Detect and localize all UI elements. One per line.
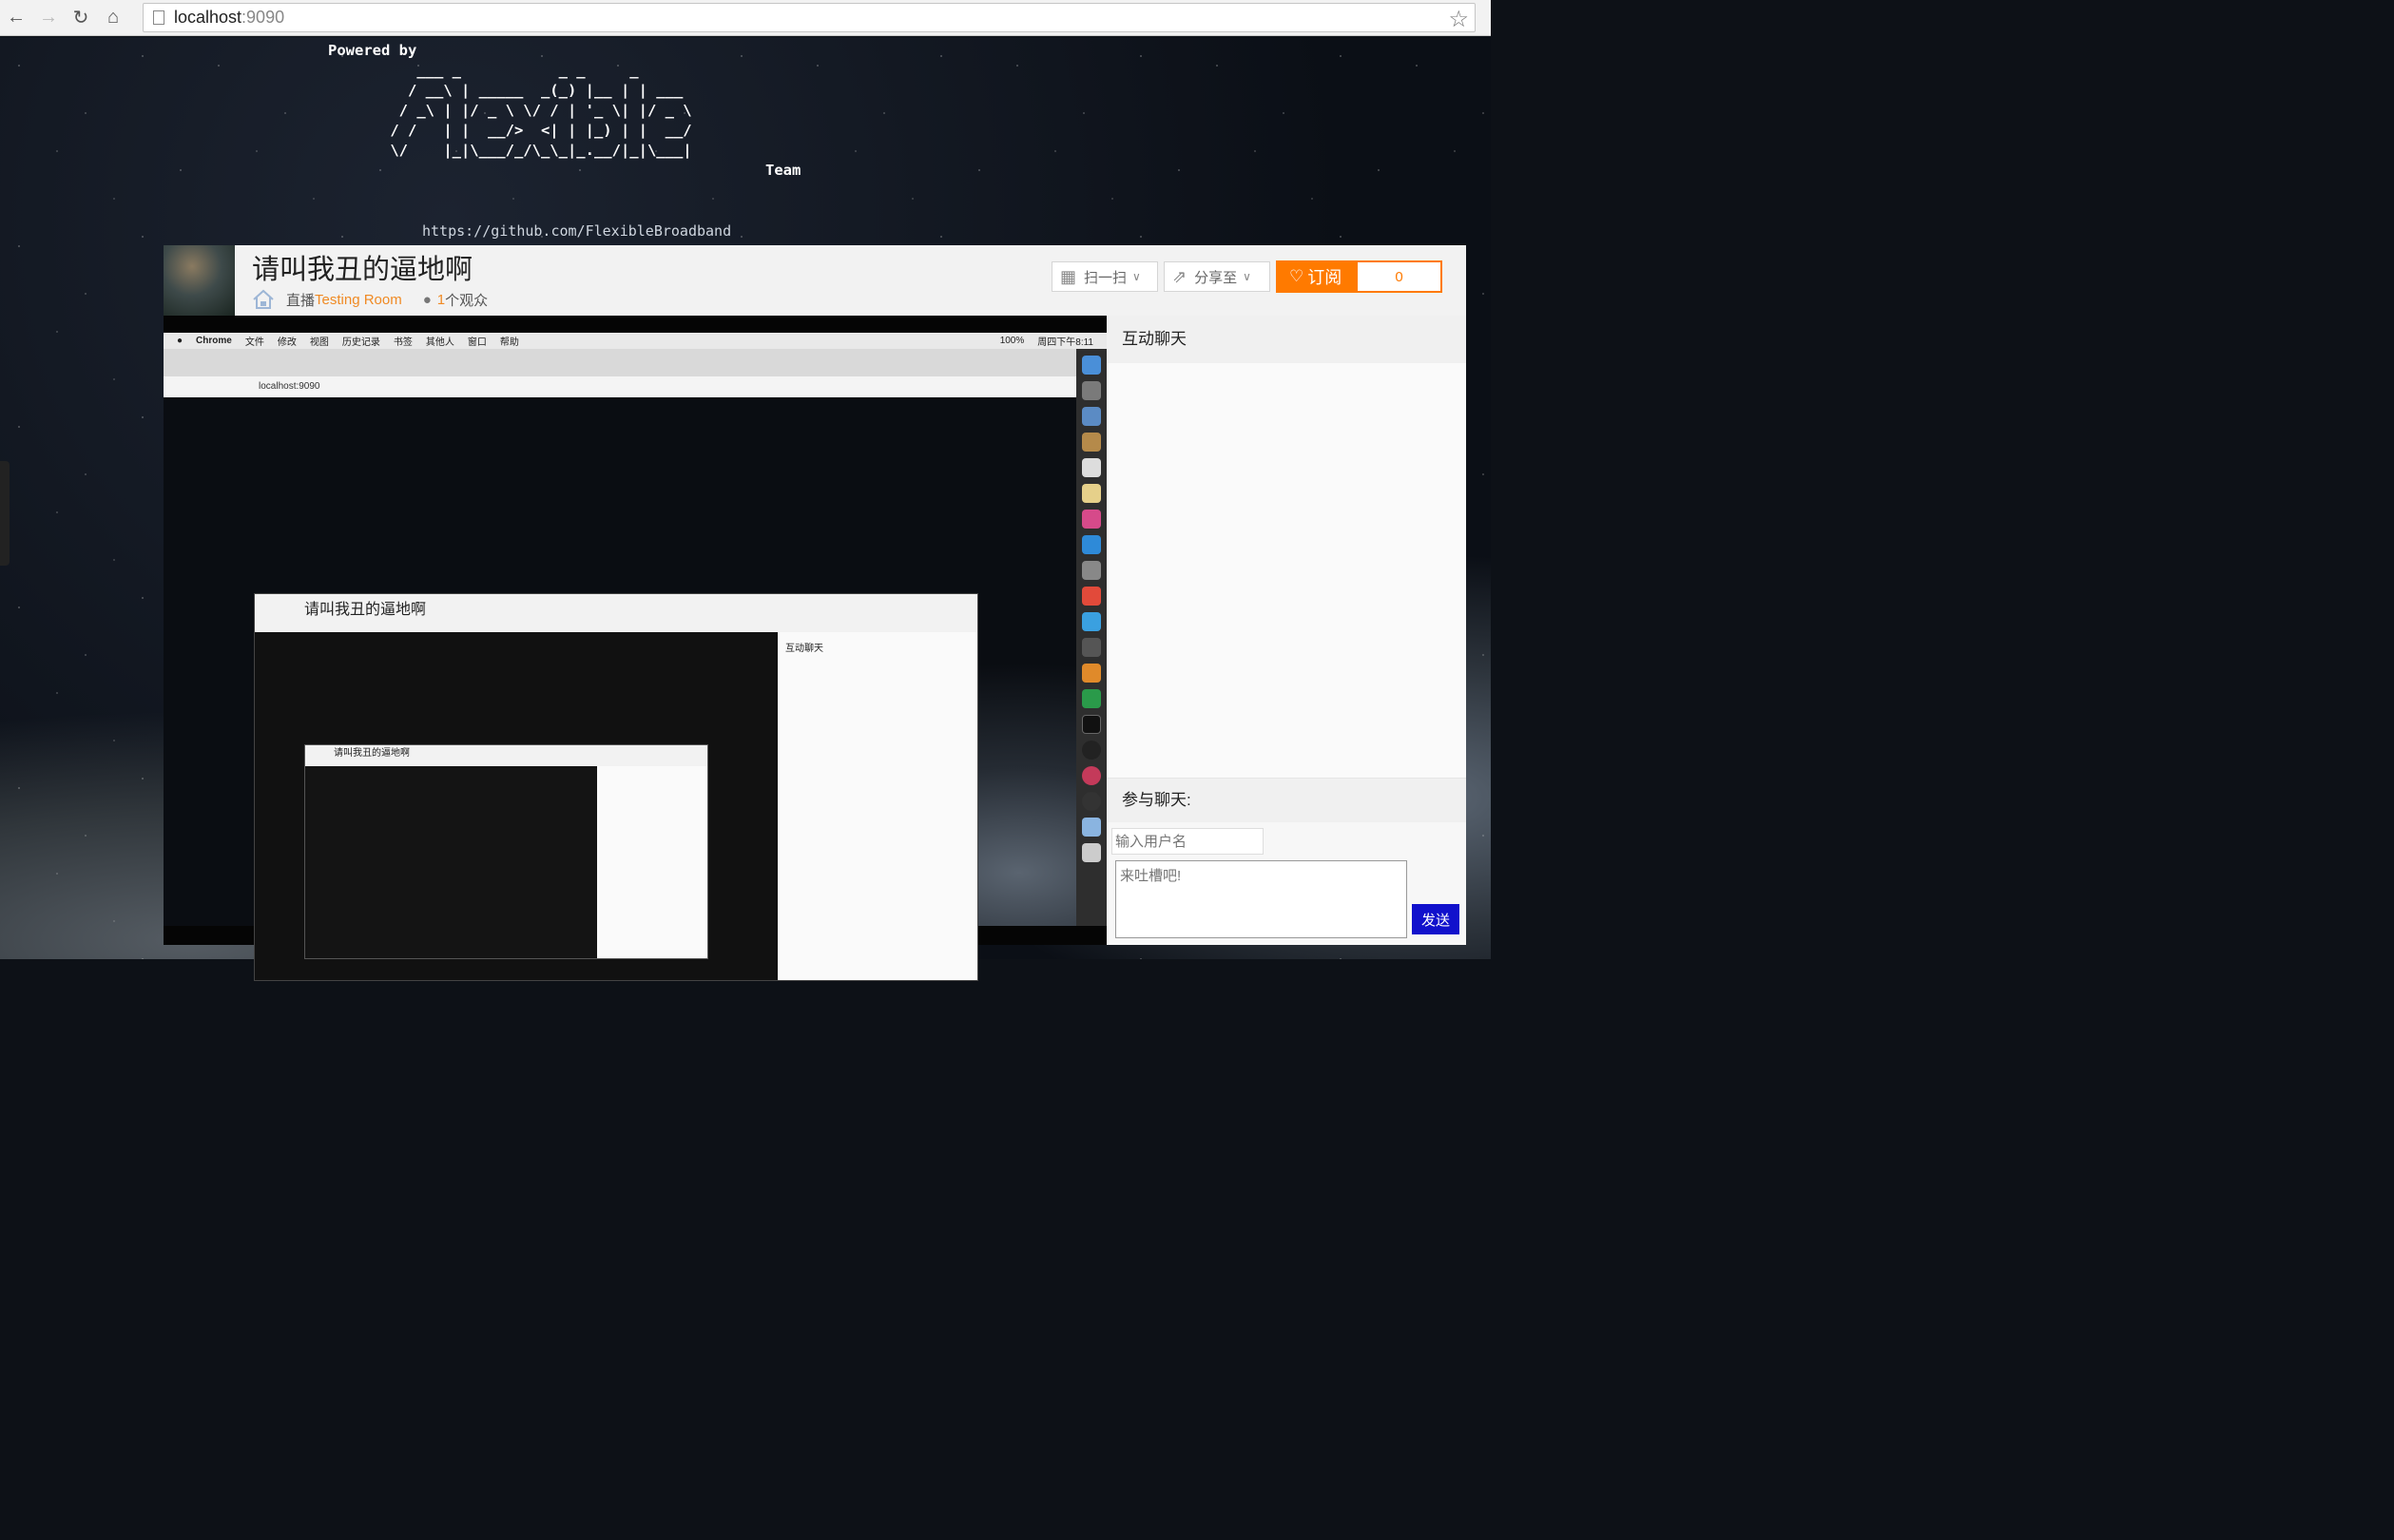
nested-page-2: 请叫我丑的逼地啊 bbox=[304, 744, 708, 959]
terminal-icon bbox=[1082, 715, 1101, 734]
page-icon bbox=[153, 10, 164, 25]
person-icon: ● bbox=[422, 291, 432, 308]
join-chat-area: 参与聊天: 发送 bbox=[1107, 778, 1466, 945]
chevron-down-icon: ∨ bbox=[1243, 270, 1251, 283]
viewer-suffix: 个观众 bbox=[445, 292, 489, 309]
send-button[interactable]: 发送 bbox=[1412, 904, 1459, 934]
menu-item: 历史记录 bbox=[341, 337, 380, 348]
nested-header: 请叫我丑的逼地啊 bbox=[255, 594, 977, 632]
menu-item: 窗口 bbox=[467, 337, 487, 348]
scan-button[interactable]: ▦ 扫一扫 ∨ bbox=[1052, 261, 1158, 292]
message-input[interactable] bbox=[1115, 860, 1407, 938]
sourcetree-icon bbox=[1082, 689, 1101, 708]
chevron-down-icon: ∨ bbox=[1132, 270, 1141, 283]
qq-icon bbox=[1082, 741, 1101, 760]
viewer-count: 1 bbox=[436, 291, 446, 308]
app-icon bbox=[1082, 638, 1101, 657]
mac-menubar: ● Chrome 文件 修改 视图 历史记录 书签 其他人 窗口 帮助 100%… bbox=[164, 333, 1107, 349]
menu-item: 书签 bbox=[393, 337, 413, 348]
star-icon[interactable]: ☆ bbox=[1448, 6, 1469, 33]
clock-text: 周四下午8:11 bbox=[1037, 337, 1093, 348]
live-prefix: 直播 bbox=[286, 292, 316, 309]
subscribe-label: 订阅 bbox=[1307, 268, 1342, 287]
app-icon bbox=[1082, 766, 1101, 785]
inner-screen: 请叫我丑的逼地啊 互动聊天 请叫我丑的逼地啊 bbox=[164, 397, 1076, 981]
subscribe-button[interactable]: ♡ 订阅 0 bbox=[1276, 260, 1442, 293]
finder-icon bbox=[1082, 356, 1101, 375]
nested-chat: 互动聊天 bbox=[778, 632, 977, 980]
sublime-icon bbox=[1082, 664, 1101, 683]
github-url: https://github.com/FlexibleBroadband bbox=[422, 222, 732, 240]
join-chat-label: 参与聊天: bbox=[1107, 779, 1466, 822]
settings-icon bbox=[1082, 561, 1101, 580]
ascii-logo: ___ _ _ _ _ / __\ | _____ _(_) |__ | | _… bbox=[390, 62, 692, 159]
folder-icon bbox=[1082, 818, 1101, 837]
messages-icon bbox=[1082, 612, 1101, 631]
scan-label: 扫一扫 bbox=[1084, 269, 1128, 286]
sidebar-handle[interactable] bbox=[0, 461, 10, 566]
chrome-icon bbox=[1082, 587, 1101, 606]
team-text: Team bbox=[765, 162, 801, 179]
room-header: 请叫我丑的逼地啊 直播 Testing Room ● 1 个观众 ▦ 扫一扫 ∨… bbox=[164, 245, 1466, 316]
itunes-icon bbox=[1082, 510, 1101, 529]
appstore-icon bbox=[1082, 535, 1101, 554]
category-link[interactable]: Testing Room bbox=[315, 292, 402, 308]
heart-icon: ♡ bbox=[1289, 267, 1304, 285]
menu-item: 修改 bbox=[277, 337, 297, 348]
share-icon: ⇗ bbox=[1172, 266, 1187, 286]
reload-icon[interactable]: ↻ bbox=[65, 2, 97, 34]
forward-arrow-icon[interactable]: → bbox=[32, 2, 65, 34]
mac-dock bbox=[1076, 349, 1107, 926]
video-player[interactable]: ● Chrome 文件 修改 视图 历史记录 书签 其他人 窗口 帮助 100%… bbox=[164, 316, 1107, 981]
home-icon[interactable]: ⌂ bbox=[97, 2, 129, 34]
subscribe-count: 0 bbox=[1395, 268, 1403, 285]
calendar-icon bbox=[1082, 458, 1101, 477]
inner-tab-strip bbox=[164, 349, 1076, 376]
inner-address-bar: localhost:9090 bbox=[164, 376, 1076, 397]
nested-chat-title: 互动聊天 bbox=[785, 644, 823, 654]
username-input[interactable] bbox=[1111, 828, 1264, 855]
house-icon bbox=[253, 289, 274, 309]
room-card: 请叫我丑的逼地啊 直播 Testing Room ● 1 个观众 ▦ 扫一扫 ∨… bbox=[164, 245, 1466, 981]
nested-page: 请叫我丑的逼地啊 互动聊天 请叫我丑的逼地啊 bbox=[254, 593, 978, 981]
menu-item: 文件 bbox=[244, 337, 264, 348]
share-label: 分享至 bbox=[1194, 269, 1238, 286]
address-text: localhost:9090 bbox=[174, 8, 285, 27]
battery-text: 100% bbox=[999, 336, 1025, 346]
nested-chat-2 bbox=[597, 766, 707, 958]
apple-icon: ● bbox=[177, 336, 183, 346]
contacts-icon bbox=[1082, 433, 1101, 452]
nested-header-2: 请叫我丑的逼地啊 bbox=[305, 745, 707, 766]
nested-title: 请叫我丑的逼地啊 bbox=[304, 602, 427, 618]
chat-panel: 互动聊天 参与聊天: 发送 bbox=[1107, 316, 1466, 945]
menu-item: 其他人 bbox=[425, 337, 454, 348]
menu-item: 视图 bbox=[309, 337, 329, 348]
address-bar[interactable]: localhost:9090 ☆ bbox=[143, 3, 1476, 32]
launchpad-icon bbox=[1082, 381, 1101, 400]
back-arrow-icon[interactable]: ← bbox=[0, 2, 32, 34]
trash-icon bbox=[1082, 843, 1101, 862]
preview-icon bbox=[1082, 407, 1101, 426]
browser-toolbar: ← → ↻ ⌂ localhost:9090 ☆ bbox=[0, 0, 1491, 36]
menu-item: 帮助 bbox=[499, 337, 519, 348]
qrcode-icon: ▦ bbox=[1060, 266, 1077, 286]
banner-art: Powered by ___ _ _ _ _ / __\ | _____ _(_… bbox=[328, 41, 801, 181]
share-button[interactable]: ⇗ 分享至 ∨ bbox=[1164, 261, 1270, 292]
obs-icon bbox=[1082, 792, 1101, 811]
notes-icon bbox=[1082, 484, 1101, 503]
subscribe-left[interactable]: ♡ 订阅 bbox=[1278, 262, 1358, 291]
avatar bbox=[164, 245, 235, 316]
page-title: 请叫我丑的逼地啊 bbox=[252, 255, 473, 285]
chat-title: 互动聊天 bbox=[1107, 316, 1466, 363]
room-meta: 直播 Testing Room ● 1 个观众 bbox=[252, 289, 488, 310]
powered-by-text: Powered by bbox=[328, 42, 417, 59]
menu-item: Chrome bbox=[196, 336, 232, 346]
